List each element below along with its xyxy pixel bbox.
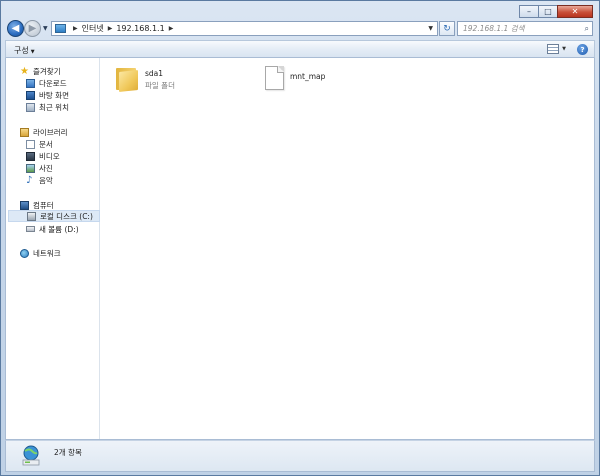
sidebar-item-label: 라이브러리 bbox=[33, 127, 68, 137]
desktop-icon bbox=[26, 90, 35, 100]
sidebar-item-volume-d[interactable]: 새 볼륨 (D:) bbox=[26, 223, 79, 235]
recent-pages-dropdown[interactable]: ▼ bbox=[43, 25, 48, 32]
network-location-icon bbox=[55, 24, 66, 33]
sidebar-item-libraries[interactable]: 라이브러리 bbox=[20, 126, 68, 138]
sidebar-item-label: 로컬 디스크 (C:) bbox=[40, 211, 93, 221]
change-view-button[interactable]: ▼ bbox=[547, 44, 566, 54]
address-history-dropdown-icon[interactable]: ▼ bbox=[428, 25, 433, 32]
organize-button[interactable]: 구성 ▼ bbox=[14, 45, 35, 56]
chevron-down-icon: ▼ bbox=[30, 49, 35, 55]
downloads-icon bbox=[26, 78, 35, 88]
forward-button[interactable]: ▶ bbox=[24, 20, 41, 37]
search-icon[interactable]: ⌕ bbox=[585, 24, 589, 34]
search-input[interactable] bbox=[463, 24, 583, 33]
folder-icon bbox=[115, 66, 139, 92]
breadcrumb-host[interactable]: 192.168.1.1 bbox=[116, 24, 164, 33]
libraries-icon bbox=[20, 127, 29, 137]
breadcrumb-separator-icon[interactable]: ▶ bbox=[169, 25, 174, 32]
sidebar-item-music[interactable]: ♪ 음악 bbox=[26, 174, 53, 186]
back-button[interactable]: ◀ bbox=[7, 20, 24, 37]
sidebar-item-label: 새 볼륨 (D:) bbox=[39, 224, 79, 234]
volume-icon bbox=[26, 226, 35, 232]
views-icon bbox=[547, 44, 560, 54]
sidebar-item-label: 바탕 화면 bbox=[39, 90, 69, 100]
pictures-icon bbox=[26, 163, 35, 173]
sidebar-item-downloads[interactable]: 다운로드 bbox=[26, 77, 67, 89]
content-area: ★ 즐겨찾기 다운로드 바탕 화면 최근 위치 라이브러리 문서 비디오 사진 … bbox=[5, 58, 595, 440]
sidebar-item-label: 사진 bbox=[39, 163, 53, 173]
file-icon bbox=[265, 66, 284, 90]
close-button[interactable]: ✕ bbox=[557, 5, 593, 18]
videos-icon bbox=[26, 151, 35, 161]
sidebar-item-label: 최근 위치 bbox=[39, 102, 69, 112]
computer-icon bbox=[20, 200, 29, 210]
local-disk-icon bbox=[27, 211, 36, 221]
sidebar-item-pictures[interactable]: 사진 bbox=[26, 162, 53, 174]
help-button[interactable]: ? bbox=[577, 44, 588, 55]
window-controls: – □ ✕ bbox=[519, 5, 593, 18]
sidebar-item-favorites[interactable]: ★ 즐겨찾기 bbox=[20, 65, 61, 77]
sidebar-item-label: 비디오 bbox=[39, 151, 60, 161]
sidebar-item-documents[interactable]: 문서 bbox=[26, 138, 53, 150]
sidebar-item-label: 음악 bbox=[39, 175, 53, 185]
sidebar-item-label: 즐겨찾기 bbox=[33, 66, 61, 76]
search-box[interactable]: ⌕ bbox=[457, 21, 593, 36]
maximize-button[interactable]: □ bbox=[538, 5, 558, 18]
breadcrumb-separator-icon[interactable]: ▶ bbox=[73, 25, 78, 32]
network-globe-icon bbox=[22, 445, 40, 466]
navigation-bar: ◀ ▶ ▼ ▶ 인터넷 ▶ 192.168.1.1 ▶ ▼ ↻ ⌕ bbox=[5, 20, 595, 38]
explorer-window: – □ ✕ ◀ ▶ ▼ ▶ 인터넷 ▶ 192.168.1.1 ▶ ▼ ↻ ⌕ … bbox=[0, 0, 600, 476]
sidebar-item-network[interactable]: 네트워크 bbox=[20, 247, 61, 259]
file-name: sda1 bbox=[145, 69, 164, 78]
navigation-pane[interactable]: ★ 즐겨찾기 다운로드 바탕 화면 최근 위치 라이브러리 문서 비디오 사진 … bbox=[6, 58, 100, 439]
star-icon: ★ bbox=[20, 65, 29, 77]
sidebar-item-videos[interactable]: 비디오 bbox=[26, 150, 60, 162]
file-list: sda1 파일 폴더 mnt_map bbox=[101, 58, 594, 439]
sidebar-item-label: 문서 bbox=[39, 139, 53, 149]
sidebar-item-label: 네트워크 bbox=[33, 248, 61, 258]
music-icon: ♪ bbox=[26, 174, 33, 186]
file-name: mnt_map bbox=[290, 72, 326, 81]
sidebar-item-recent-places[interactable]: 최근 위치 bbox=[26, 101, 69, 113]
details-pane: 2개 항목 bbox=[5, 440, 595, 472]
file-item-folder[interactable]: sda1 파일 폴더 bbox=[115, 66, 175, 92]
sidebar-item-label: 다운로드 bbox=[39, 78, 67, 88]
address-bar[interactable]: ▶ 인터넷 ▶ 192.168.1.1 ▶ ▼ bbox=[51, 21, 438, 36]
sidebar-item-desktop[interactable]: 바탕 화면 bbox=[26, 89, 69, 101]
recent-places-icon bbox=[26, 102, 35, 112]
minimize-button[interactable]: – bbox=[519, 5, 539, 18]
command-bar: 구성 ▼ ▼ ? bbox=[5, 40, 595, 58]
sidebar-item-local-disk-c[interactable]: 로컬 디스크 (C:) bbox=[8, 210, 100, 222]
file-type: 파일 폴더 bbox=[145, 81, 175, 90]
file-item-file[interactable]: mnt_map bbox=[265, 66, 325, 90]
breadcrumb-separator-icon[interactable]: ▶ bbox=[108, 25, 113, 32]
organize-label: 구성 bbox=[14, 46, 29, 55]
refresh-button[interactable]: ↻ bbox=[439, 21, 455, 36]
sidebar-item-label: 컴퓨터 bbox=[33, 200, 54, 210]
item-count: 2개 항목 bbox=[54, 448, 82, 457]
chevron-down-icon: ▼ bbox=[562, 46, 566, 52]
documents-icon bbox=[26, 139, 35, 149]
breadcrumb-internet[interactable]: 인터넷 bbox=[82, 23, 104, 34]
network-icon bbox=[20, 248, 29, 258]
